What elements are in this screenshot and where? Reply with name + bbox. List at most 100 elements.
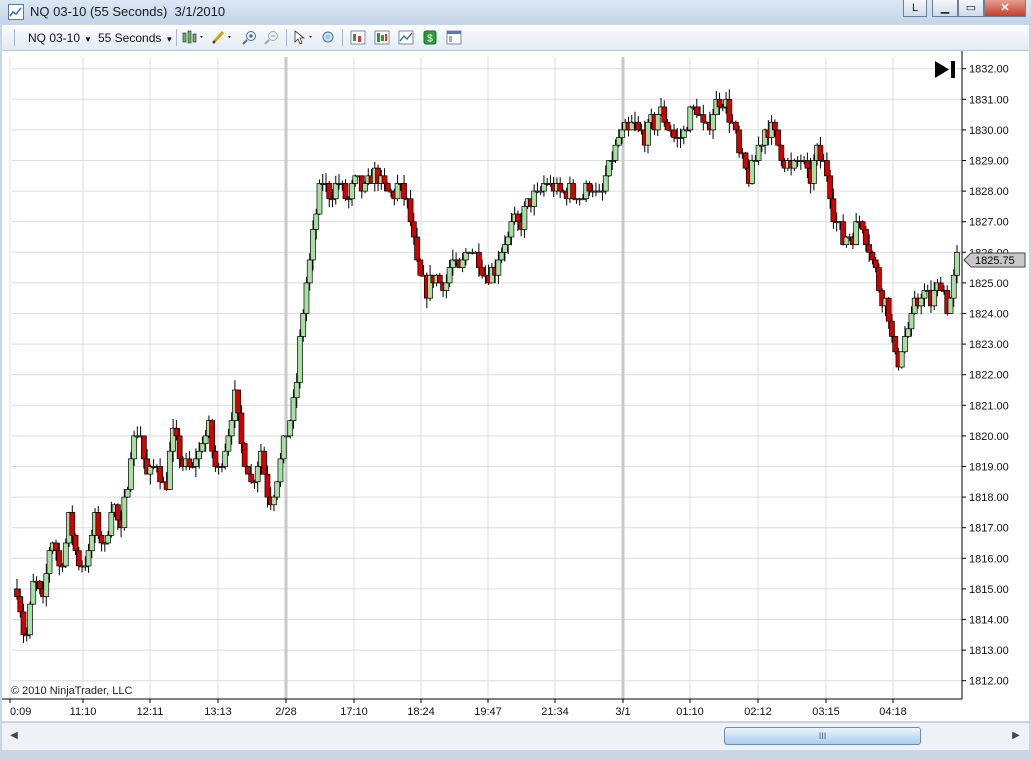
candle-up (127, 458, 134, 490)
candle-up (62, 542, 69, 567)
candle-down (872, 259, 879, 268)
bar-style-icon[interactable] (182, 30, 206, 45)
toolbar-separator (342, 29, 343, 46)
y-tick-label: 1816.00 (969, 553, 1009, 565)
candle-down (476, 251, 482, 268)
pointer-icon[interactable] (292, 30, 316, 45)
candle-up (306, 259, 313, 284)
strategies-icon[interactable] (374, 30, 390, 45)
y-tick-label: 1814.00 (969, 615, 1009, 627)
scroll-left-icon[interactable]: ◀ (4, 726, 24, 746)
candle-down (410, 221, 417, 238)
x-tick-label: 19:47 (474, 706, 502, 718)
candle-up (88, 535, 95, 552)
candle-down (824, 160, 830, 177)
candle-down (235, 389, 242, 414)
y-tick-label: 1827.00 (969, 217, 1009, 229)
candle-down (414, 236, 420, 261)
candle-down (885, 297, 892, 322)
link-button[interactable]: L (903, 0, 927, 17)
y-tick-label: 1812.00 (969, 676, 1009, 688)
price-chart[interactable]: 1812.00 1813.00 1814.00 1815.00 1816.00 1817.… (2, 51, 1029, 721)
candle-down (20, 611, 27, 636)
candle-up (521, 206, 528, 230)
candle-down (17, 596, 24, 613)
candle-down (937, 282, 944, 291)
candle-up (505, 236, 511, 246)
horizontal-scrollbar[interactable]: ◀ III ▶ (2, 722, 1029, 750)
candle-down (742, 152, 749, 169)
candle-down (248, 473, 255, 483)
candle-up (228, 420, 235, 437)
candle-down (804, 160, 811, 169)
instrument-label: NQ 03-10 (28, 31, 81, 45)
candle-down (664, 121, 671, 131)
interval-selector[interactable]: 55 Seconds ▼ (98, 31, 173, 45)
candle-up (446, 267, 453, 284)
candle-down (72, 535, 79, 552)
candle-up (710, 114, 716, 131)
candle-down (173, 427, 180, 437)
x-tick-label: 11:10 (70, 706, 97, 718)
candle-down (892, 336, 899, 353)
x-tick-label: 01:10 (676, 706, 704, 718)
scroll-to-end-icon[interactable] (935, 61, 955, 78)
candle-up (898, 351, 905, 368)
candle-up (531, 190, 538, 207)
y-tick-label: 1817.00 (969, 523, 1009, 535)
x-tick-label: 12:11 (137, 706, 164, 718)
maximize-button[interactable]: ▭ (958, 0, 984, 17)
data-series-icon[interactable] (350, 30, 366, 45)
minimize-button[interactable]: ▁ (932, 0, 958, 17)
instrument-selector[interactable]: NQ 03-10 ▼ (28, 31, 92, 45)
indicators-icon[interactable] (398, 30, 414, 45)
candle-down (261, 450, 268, 475)
candle-down (209, 420, 216, 452)
y-tick-label: 1829.00 (969, 156, 1009, 168)
candle-up (46, 550, 53, 574)
candle-up (313, 213, 320, 230)
y-tick-label: 1831.00 (969, 94, 1009, 106)
drawing-tool-icon[interactable] (210, 30, 234, 45)
close-button[interactable]: ✕ (984, 0, 1026, 17)
candle-down (75, 550, 82, 567)
candle-up (105, 535, 111, 544)
candle-down (241, 443, 248, 467)
toolbar-separator (176, 29, 177, 46)
candle-down (381, 175, 388, 184)
candle-up (277, 458, 284, 483)
window-title: NQ 03-10 (55 Seconds) 3/1/2010 (30, 4, 226, 19)
candle-up (619, 129, 625, 138)
last-price-label: 1825.75 (975, 255, 1015, 267)
zoom-in-icon[interactable] (242, 30, 258, 45)
candle-up (199, 443, 206, 452)
candle-up (918, 297, 925, 307)
candle-up (853, 221, 860, 245)
zoom-out-icon[interactable] (264, 30, 280, 45)
scroll-right-icon[interactable]: ▶ (1006, 726, 1026, 746)
candle-down (69, 512, 76, 536)
order-entry-icon[interactable]: $ (422, 30, 438, 45)
candle-down (326, 183, 333, 200)
x-tick-label: 17:10 (340, 706, 368, 718)
magnifier-icon[interactable] (320, 30, 336, 45)
x-tick-label: 3/1 (615, 706, 630, 718)
candle-up (316, 183, 323, 215)
properties-icon[interactable] (446, 30, 462, 45)
candle-up (645, 121, 651, 146)
chart-canvas[interactable]: 1812.00 1813.00 1814.00 1815.00 1816.00 1817.… (2, 51, 1029, 721)
candle-down (661, 106, 668, 123)
candle-down (186, 458, 193, 467)
candle-up (27, 603, 33, 636)
y-tick-label: 1815.00 (969, 584, 1009, 596)
candle-down (775, 129, 781, 146)
y-tick-label: 1819.00 (969, 462, 1009, 474)
candle-up (196, 450, 202, 460)
x-tick-label: 18:24 (407, 706, 435, 718)
candle-up (167, 450, 173, 490)
candle-down (114, 504, 121, 521)
candle-up (280, 435, 287, 460)
candle-down (778, 144, 785, 161)
interval-label: 55 Seconds (98, 31, 162, 45)
scroll-thumb[interactable]: III (724, 727, 921, 745)
